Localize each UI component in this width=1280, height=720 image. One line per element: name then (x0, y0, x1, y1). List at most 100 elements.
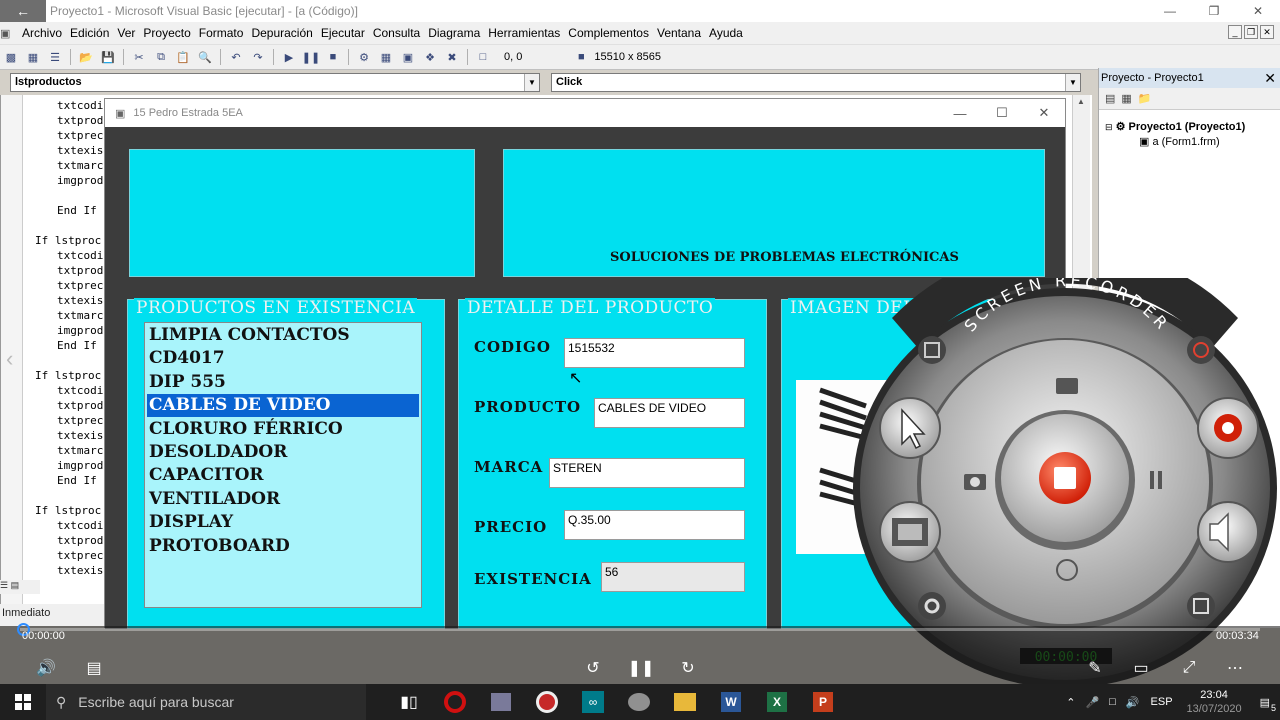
menu-complementos[interactable]: Complementos (564, 26, 653, 40)
more-options-icon[interactable]: ⋯ (1224, 658, 1246, 678)
collapse-icon[interactable]: ⊟ (1105, 122, 1113, 132)
view-object-icon[interactable]: ▦ (1121, 92, 1131, 105)
back-arrow-icon[interactable]: ← (0, 0, 46, 22)
properties-icon[interactable]: ▦ (377, 49, 395, 65)
marca-field[interactable]: STEREN (549, 458, 745, 488)
end-icon[interactable]: ■ (324, 49, 342, 65)
media-app-icon[interactable] (524, 684, 570, 720)
product-list-item[interactable]: CD4017 (147, 347, 419, 370)
language-indicator[interactable]: ESP (1145, 696, 1179, 708)
product-list-item[interactable]: DISPLAY (147, 511, 419, 534)
menu-herramientas[interactable]: Herramientas (484, 26, 564, 40)
product-list-item[interactable]: DESOLDADOR (147, 441, 419, 464)
show-hidden-icon[interactable]: ⌃ (1061, 696, 1080, 709)
forward-30-icon[interactable]: ↻ (676, 656, 700, 680)
menu-proyecto[interactable]: Proyecto (139, 26, 194, 40)
volume-tray-icon[interactable]: 🔊 (1121, 696, 1145, 709)
start-button[interactable] (0, 684, 46, 720)
notifications-icon[interactable]: ▤ 5 (1250, 696, 1280, 713)
find-icon[interactable]: 🔍 (196, 49, 214, 65)
codigo-field[interactable]: 1515532 (564, 338, 745, 368)
procedure-combo[interactable]: Click ▼ (551, 73, 1081, 92)
volume-icon[interactable]: 🔊 (34, 658, 58, 678)
tree-form-node[interactable]: ▣ a (Form1.frm) (1139, 135, 1220, 148)
audio-button[interactable] (1198, 500, 1258, 560)
product-list-item[interactable]: CABLES DE VIDEO (147, 394, 419, 418)
timer-button[interactable] (1050, 556, 1084, 586)
video-timeline[interactable] (17, 623, 1260, 636)
exit-fullscreen-icon[interactable]: ⤢ (1178, 658, 1200, 678)
products-listbox[interactable]: LIMPIA CONTACTOS CD4017 DIP 555 CABLES DE V… (144, 322, 422, 608)
project-explorer-icon[interactable]: ⚙ (355, 49, 373, 65)
close-icon[interactable]: ✕ (1264, 68, 1276, 88)
cut-icon[interactable]: ✂ (130, 49, 148, 65)
fullscreen-button[interactable] (918, 336, 946, 364)
menu-consulta[interactable]: Consulta (369, 26, 424, 40)
object-browser-icon[interactable]: ❖ (421, 49, 439, 65)
camera-button[interactable] (956, 466, 992, 496)
toggle-folders-icon[interactable]: 📁 (1138, 92, 1152, 105)
app-icon[interactable] (478, 684, 524, 720)
toolbox-icon[interactable]: ✖ (443, 49, 461, 65)
menu-editor-icon[interactable]: ☰ (46, 49, 64, 65)
webcam-button[interactable] (1198, 396, 1258, 456)
scroll-up-icon[interactable]: ▲ (1077, 97, 1085, 106)
product-list-item[interactable]: VENTILADOR (147, 488, 419, 511)
word-app-icon[interactable]: W (708, 684, 754, 720)
menu-formato[interactable]: Formato (195, 26, 248, 40)
start-icon[interactable]: ▶ (280, 49, 298, 65)
mdi-close-icon[interactable]: ✕ (1260, 25, 1274, 39)
view-code-icon[interactable]: ▤ (1105, 92, 1115, 105)
video-mode-button[interactable] (880, 500, 940, 560)
close-icon[interactable]: ✕ (1023, 99, 1065, 127)
select-region-button[interactable] (880, 396, 940, 456)
pause-button[interactable] (1142, 464, 1172, 494)
product-list-item[interactable]: LIMPIA CONTACTOS (147, 324, 419, 347)
undo-icon[interactable]: ↶ (227, 49, 245, 65)
form-layout-icon[interactable]: ▣ (399, 49, 417, 65)
folder-button[interactable] (1050, 370, 1084, 400)
menu-ejecutar[interactable]: Ejecutar (317, 26, 369, 40)
cast-icon[interactable]: ▭ (1130, 658, 1152, 678)
taskbar-clock[interactable]: 23:04 13/07/2020 (1179, 688, 1250, 716)
precio-field[interactable]: Q.35.00 (564, 510, 745, 540)
menu-edicion[interactable]: Edición (66, 26, 113, 40)
copy-icon[interactable]: ⧉ (152, 49, 170, 65)
existencia-field[interactable]: 56 (601, 562, 745, 592)
tree-project-node[interactable]: ⊟ ⚙ Proyecto1 (Proyecto1) (1105, 120, 1245, 133)
minimize-icon[interactable]: — (1148, 0, 1192, 22)
view-toggle[interactable]: ☰ ▤ (0, 580, 40, 594)
menu-ayuda[interactable]: Ayuda (705, 26, 747, 40)
recorder-app-icon[interactable] (616, 684, 662, 720)
resize-button[interactable] (1187, 592, 1215, 620)
chevron-down-icon[interactable]: ▼ (1065, 74, 1080, 91)
chevron-down-icon[interactable]: ▼ (524, 74, 539, 91)
pause-icon[interactable]: ❚❚ (628, 656, 655, 680)
opera-app-icon[interactable] (432, 684, 478, 720)
microphone-icon[interactable]: 🎤 (1080, 696, 1104, 709)
add-form-icon[interactable]: ▦ (24, 49, 42, 65)
mdi-restore-icon[interactable]: ❐ (1244, 25, 1258, 39)
excel-app-icon[interactable]: X (754, 684, 800, 720)
menu-ventana[interactable]: Ventana (653, 26, 705, 40)
menu-archivo[interactable]: Archivo (18, 26, 66, 40)
mdi-minimize-icon[interactable]: _ (1228, 25, 1242, 39)
power-button[interactable] (1187, 336, 1215, 364)
product-list-item[interactable]: DIP 555 (147, 371, 419, 394)
taskbar-search[interactable]: ⚲ Escribe aquí para buscar (46, 684, 366, 720)
rewind-10-icon[interactable]: ↺ (581, 656, 605, 680)
add-project-icon[interactable]: ▩ (2, 49, 20, 65)
menu-diagrama[interactable]: Diagrama (424, 26, 484, 40)
task-view-icon[interactable]: ▮▯ (386, 684, 432, 720)
captions-icon[interactable]: ▤ (82, 658, 106, 678)
object-combo[interactable]: lstproductos ▼ (10, 73, 540, 92)
maximize-icon[interactable]: ☐ (981, 99, 1023, 127)
product-list-item[interactable]: CLORURO FÉRRICO (147, 418, 419, 441)
arduino-app-icon[interactable]: ∞ (570, 684, 616, 720)
producto-field[interactable]: CABLES DE VIDEO (594, 398, 745, 428)
paste-icon[interactable]: 📋 (174, 49, 192, 65)
restore-icon[interactable]: ❐ (1192, 0, 1236, 22)
close-icon[interactable]: ✕ (1236, 0, 1280, 22)
nav-left-icon[interactable]: ‹ (6, 346, 13, 372)
product-list-item[interactable]: PROTOBOARD (147, 535, 419, 558)
